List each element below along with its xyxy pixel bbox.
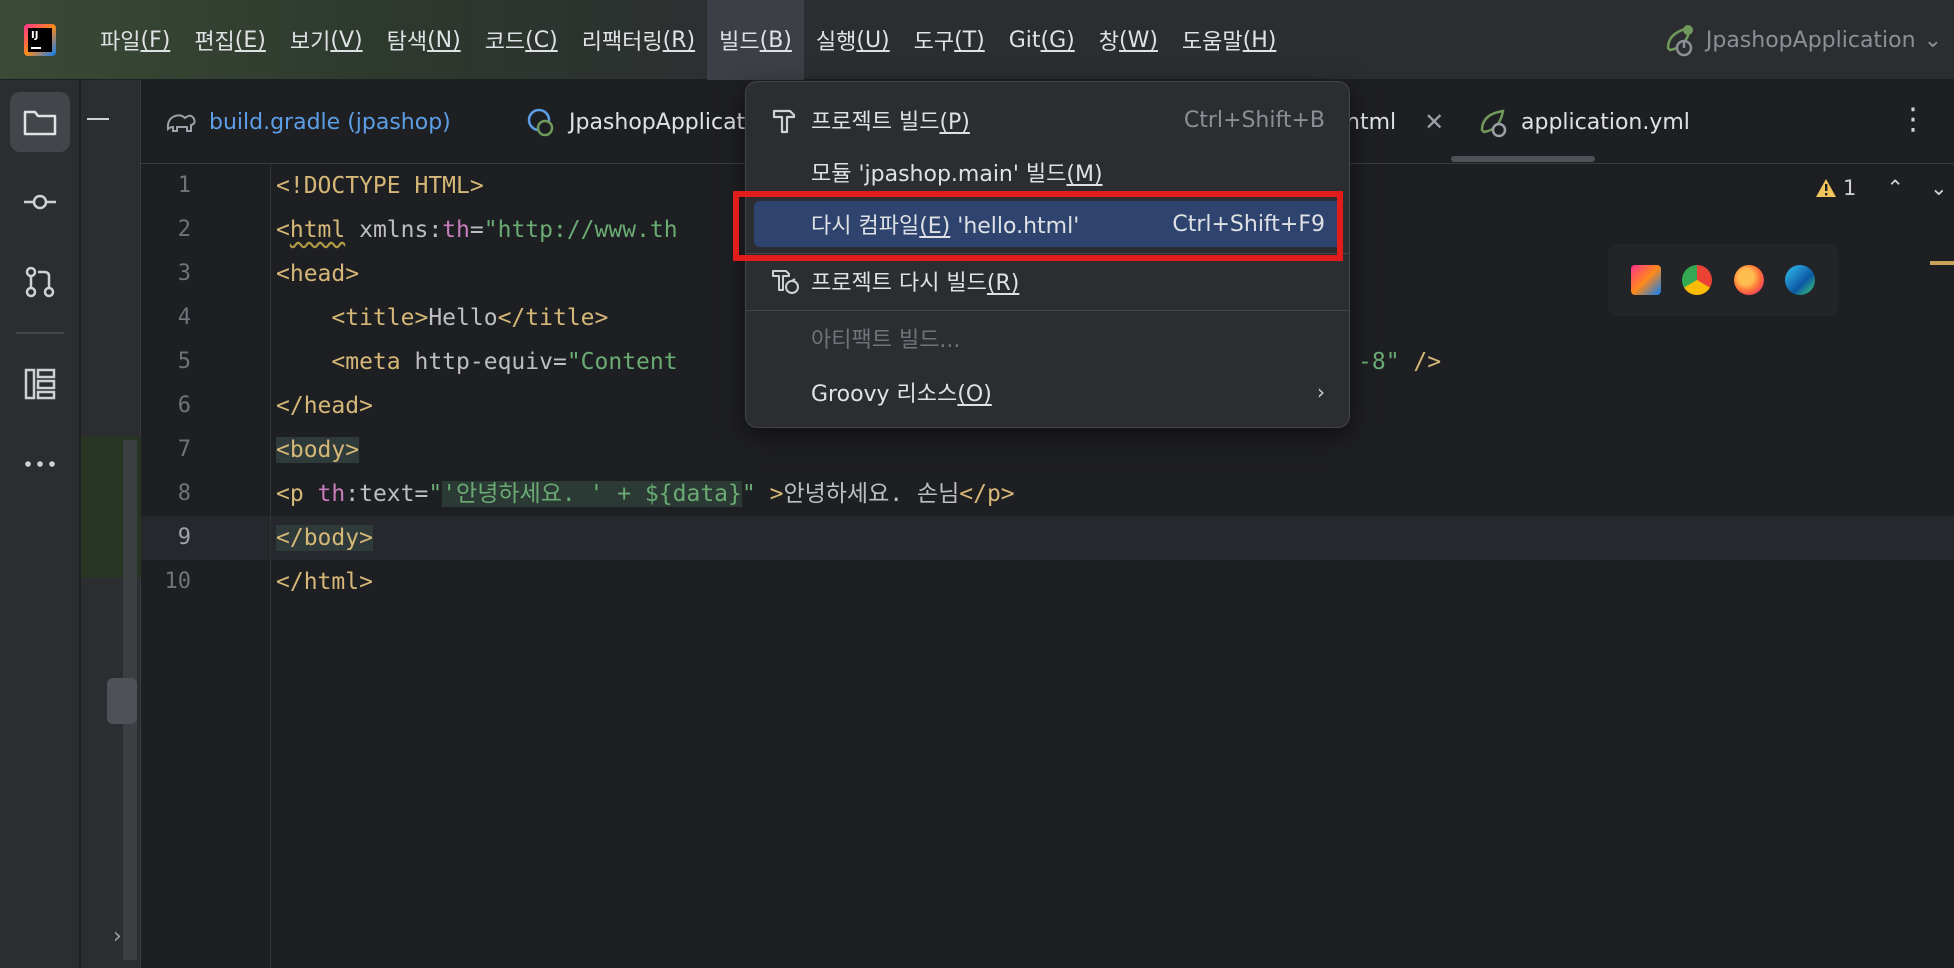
build-project-item[interactable]: 프로젝트 빌드(P) Ctrl+Shift+B [754, 97, 1341, 143]
menu-code[interactable]: 코드 (C) [473, 0, 570, 80]
tool-window-strip [0, 80, 80, 968]
code-line-4: <title>Hello</title> [331, 305, 609, 331]
minimize-icon[interactable] [87, 118, 109, 120]
code-line-10: </html> [276, 569, 373, 595]
line-number: 7 [177, 437, 191, 462]
build-artifacts-item: 아티팩트 빌드... [811, 328, 961, 353]
edge-icon[interactable] [1785, 265, 1816, 295]
tab-jpashop-application[interactable]: JpashopApplicati [525, 80, 751, 164]
line-number: 5 [177, 349, 191, 374]
spring-run-icon [1666, 25, 1693, 57]
menu-help[interactable]: 도움말 (H) [1170, 0, 1288, 80]
tab-label: html [1346, 109, 1397, 135]
line-number: 8 [177, 481, 191, 506]
chrome-icon[interactable] [1682, 265, 1713, 295]
menu-run[interactable]: 실행 (U) [804, 0, 902, 80]
groovy-resources-item[interactable]: Groovy 리소스(O) › [754, 369, 1341, 415]
tab-hello-html[interactable]: html ✕ [1346, 80, 1444, 164]
more-horizontal-icon [25, 461, 55, 467]
menu-git[interactable]: Git (G) [997, 0, 1087, 80]
line-number: 10 [164, 569, 192, 594]
app-logo-text: IJ [28, 28, 52, 52]
chevron-down-icon[interactable]: ⌄ [1930, 176, 1948, 200]
menu-separator [746, 310, 1349, 311]
code-line-6: </head> [276, 393, 373, 419]
structure-icon [24, 368, 56, 400]
firefox-icon[interactable] [1733, 265, 1764, 295]
code-line-5-tail: -8" /> [1358, 349, 1442, 375]
folder-icon [23, 110, 57, 136]
warning-icon [1816, 179, 1836, 197]
project-tool-button[interactable] [10, 92, 70, 152]
code-line-3: <head> [276, 261, 360, 287]
rebuild-icon [772, 270, 799, 294]
pull-requests-tool-button[interactable] [10, 252, 70, 312]
code-line-8: <p th:text="'안녕하세요. ' + ${data}" >안녕하세요.… [276, 481, 1015, 507]
elephant-icon [166, 114, 196, 132]
spring-run-icon [527, 108, 554, 137]
tab-label: application.yml [1521, 109, 1690, 135]
menu-build[interactable]: 빌드 (B) [707, 0, 804, 80]
build-module-item[interactable]: 모듈 'jpashop.main' 빌드(M) [754, 149, 1341, 195]
code-line-7: <body> [276, 437, 360, 463]
browser-preview-bar [1608, 244, 1838, 316]
scrollbar-thumb[interactable] [107, 678, 137, 724]
commit-icon [24, 194, 56, 210]
line-gutter: 1 2 3 4 5 6 7 8 9 10 [141, 164, 271, 968]
project-panel: › › [81, 80, 141, 968]
menu-refactor[interactable]: 리팩터링 (R) [570, 0, 707, 80]
menu-navigate[interactable]: 탐색 (N) [375, 0, 473, 80]
inspection-widget[interactable]: 1 ⌃ ⌄ [1815, 176, 1948, 200]
chevron-down-icon: ⌄ [1923, 27, 1942, 53]
line-number: 3 [177, 261, 191, 286]
hammer-icon [772, 109, 796, 134]
menu-edit[interactable]: 편집 (E) [182, 0, 278, 80]
tab-label: build.gradle (jpashop) [209, 109, 451, 135]
run-config-selector[interactable]: JpashopApplication ⌄ [1662, 22, 1942, 58]
menu-file[interactable]: 파일 (F) [88, 0, 182, 80]
intellij-browser-icon[interactable] [1630, 265, 1661, 295]
tab-label: JpashopApplicati [569, 109, 752, 135]
warning-scroll-marker[interactable] [1930, 261, 1954, 265]
active-tab-indicator [1451, 156, 1595, 162]
chevron-right-icon[interactable]: › [113, 924, 122, 949]
line-number: 6 [177, 393, 191, 418]
code-line-1: <!DOCTYPE HTML> [276, 173, 484, 199]
highlight-annotation-box [733, 191, 1343, 261]
shortcut-label: Ctrl+Shift+B [1183, 107, 1325, 133]
spring-config-icon [1480, 109, 1507, 138]
line-number: 9 [177, 525, 191, 550]
menu-tools[interactable]: 도구 (T) [902, 0, 997, 80]
more-tools-button[interactable] [10, 434, 70, 494]
current-line-highlight [141, 516, 1954, 560]
code-line-5: <meta http-equiv="Content [331, 349, 678, 375]
code-line-2: <html xmlns:th="http://www.th [276, 217, 678, 243]
menu-window[interactable]: 창 (W) [1087, 0, 1170, 80]
more-vertical-icon[interactable]: ⋮ [1898, 102, 1928, 137]
pull-request-icon [25, 266, 55, 298]
title-bar: IJ 파일 (F) 편집 (E) 보기 (V) 탐색 (N) 코드 (C) 리팩터링 (R)… [0, 0, 1954, 80]
menu-view[interactable]: 보기 (V) [278, 0, 375, 80]
chevron-up-icon[interactable]: ⌃ [1886, 176, 1904, 200]
warning-count: 1 [1843, 176, 1857, 200]
tab-application-yml[interactable]: application.yml [1477, 80, 1690, 164]
menu-bar: 파일 (F) 편집 (E) 보기 (V) 탐색 (N) 코드 (C) 리팩터링 (R) 빌드… [88, 0, 1288, 80]
line-number: 4 [177, 305, 191, 330]
structure-tool-button[interactable] [10, 354, 70, 414]
tab-build-gradle[interactable]: build.gradle (jpashop) [165, 80, 451, 164]
chevron-right-icon: › [1317, 380, 1325, 404]
line-number: 2 [177, 217, 191, 242]
code-line-9: </body> [276, 525, 373, 551]
commit-tool-button[interactable] [10, 172, 70, 232]
run-config-label: JpashopApplication [1705, 27, 1916, 53]
rebuild-project-item[interactable]: 프로젝트 다시 빌드(R) [754, 258, 1341, 304]
intellij-logo-icon[interactable]: IJ [24, 24, 56, 56]
line-number: 1 [177, 173, 191, 198]
close-icon[interactable]: ✕ [1424, 108, 1444, 136]
tool-separator [16, 332, 64, 334]
